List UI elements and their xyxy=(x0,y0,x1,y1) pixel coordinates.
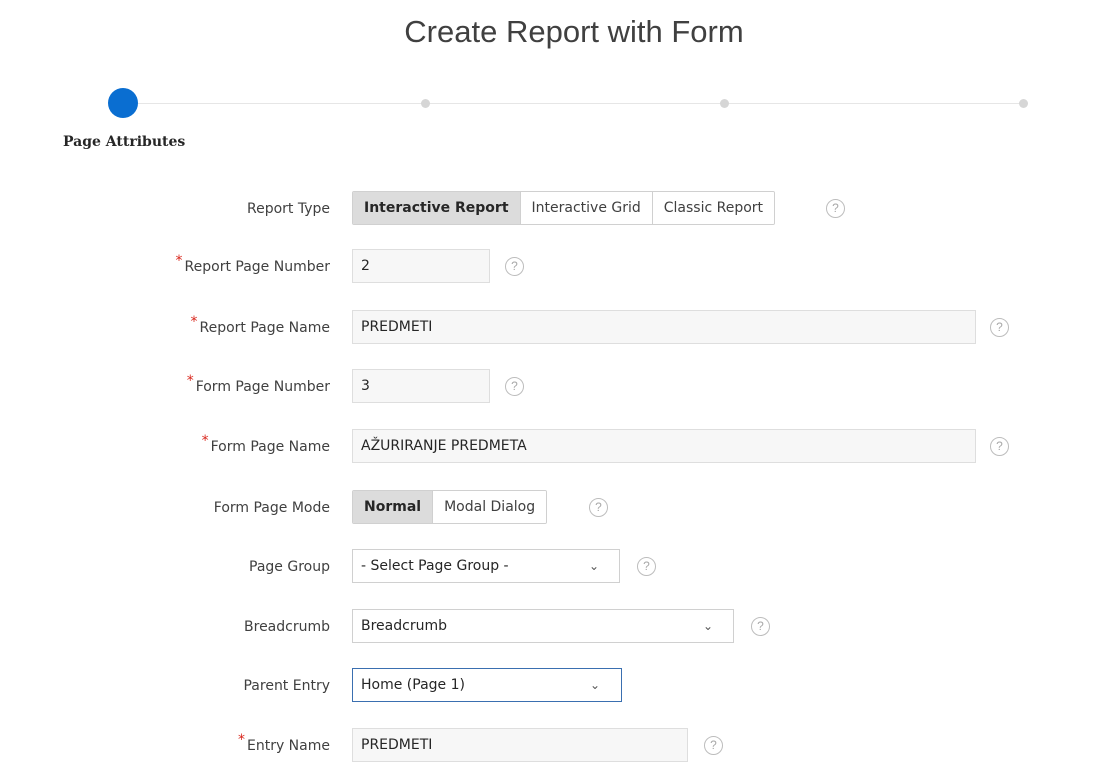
wizard-step-label: Page Attributes xyxy=(63,134,186,150)
help-icon[interactable]: ? xyxy=(704,736,723,755)
report-page-number-label: * Report Page Number xyxy=(175,253,330,275)
report-type-option-classic-report[interactable]: Classic Report xyxy=(652,192,775,224)
report-page-number-row: * Report Page Number 2 ? xyxy=(0,249,1118,285)
wizard-step-4 xyxy=(1019,99,1028,108)
form-page-mode-option-normal[interactable]: Normal xyxy=(353,491,434,523)
form-page-name-label: * Form Page Name xyxy=(201,433,330,455)
report-page-number-input[interactable]: 2 xyxy=(352,249,490,283)
report-page-name-input[interactable]: PREDMETI xyxy=(352,310,976,344)
page-group-row: Page Group - Select Page Group - ⌄ ? xyxy=(0,549,1118,585)
entry-name-input[interactable]: PREDMETI xyxy=(352,728,688,762)
help-icon[interactable]: ? xyxy=(505,377,524,396)
form-page-name-input[interactable]: AŽURIRANJE PREDMETA xyxy=(352,429,976,463)
breadcrumb-label: Breadcrumb xyxy=(244,619,330,635)
report-type-label: Report Type xyxy=(246,201,330,217)
breadcrumb-selected-value: Breadcrumb xyxy=(361,618,447,634)
entry-name-label: * Entry Name xyxy=(237,732,330,754)
wizard-step-current xyxy=(108,88,138,118)
help-icon[interactable]: ? xyxy=(589,498,608,517)
page-group-select[interactable]: - Select Page Group - ⌄ xyxy=(352,549,620,583)
report-type-row: Report Type Interactive Report Interacti… xyxy=(0,191,1118,227)
wizard-progress-track xyxy=(130,103,1025,104)
help-icon[interactable]: ? xyxy=(751,617,770,636)
form-page-name-row: * Form Page Name AŽURIRANJE PREDMETA ? xyxy=(0,429,1118,465)
help-icon[interactable]: ? xyxy=(637,557,656,576)
entry-name-row: * Entry Name PREDMETI ? xyxy=(0,728,1118,764)
wizard-step-3 xyxy=(720,99,729,108)
parent-entry-row: Parent Entry Home (Page 1) ⌄ xyxy=(0,668,1118,704)
required-indicator: * xyxy=(175,253,183,269)
form-page-number-label: * Form Page Number xyxy=(186,373,330,395)
page-title: Create Report with Form xyxy=(404,14,744,49)
chevron-down-icon: ⌄ xyxy=(703,619,714,633)
breadcrumb-select[interactable]: Breadcrumb ⌄ xyxy=(352,609,734,643)
help-icon[interactable]: ? xyxy=(990,318,1009,337)
report-type-segmented: Interactive Report Interactive Grid Clas… xyxy=(352,191,776,225)
form-page-mode-row: Form Page Mode Normal Modal Dialog ? xyxy=(0,490,1118,526)
form-page-number-input[interactable]: 3 xyxy=(352,369,490,403)
parent-entry-label: Parent Entry xyxy=(243,678,330,694)
report-page-name-row: * Report Page Name PREDMETI ? xyxy=(0,310,1118,346)
help-icon[interactable]: ? xyxy=(990,437,1009,456)
report-type-option-interactive-report[interactable]: Interactive Report xyxy=(353,192,521,224)
form-page-number-row: * Form Page Number 3 ? xyxy=(0,369,1118,405)
required-indicator: * xyxy=(201,433,209,449)
form-page-mode-option-modal-dialog[interactable]: Modal Dialog xyxy=(433,491,547,523)
form-page-mode-label: Form Page Mode xyxy=(213,500,330,516)
help-icon[interactable]: ? xyxy=(505,257,524,276)
chevron-down-icon: ⌄ xyxy=(590,678,601,692)
parent-entry-select[interactable]: Home (Page 1) ⌄ xyxy=(352,668,622,702)
report-type-option-interactive-grid[interactable]: Interactive Grid xyxy=(520,192,653,224)
help-icon[interactable]: ? xyxy=(826,199,845,218)
page-group-label: Page Group xyxy=(249,559,330,575)
required-indicator: * xyxy=(190,314,198,330)
required-indicator: * xyxy=(186,373,194,389)
wizard-step-2 xyxy=(421,99,430,108)
page-group-selected-value: - Select Page Group - xyxy=(361,558,509,574)
parent-entry-selected-value: Home (Page 1) xyxy=(361,677,465,693)
required-indicator: * xyxy=(237,732,245,748)
form-page-mode-segmented: Normal Modal Dialog xyxy=(352,490,548,524)
report-page-name-label: * Report Page Name xyxy=(190,314,330,336)
breadcrumb-row: Breadcrumb Breadcrumb ⌄ ? xyxy=(0,609,1118,645)
chevron-down-icon: ⌄ xyxy=(589,559,600,573)
